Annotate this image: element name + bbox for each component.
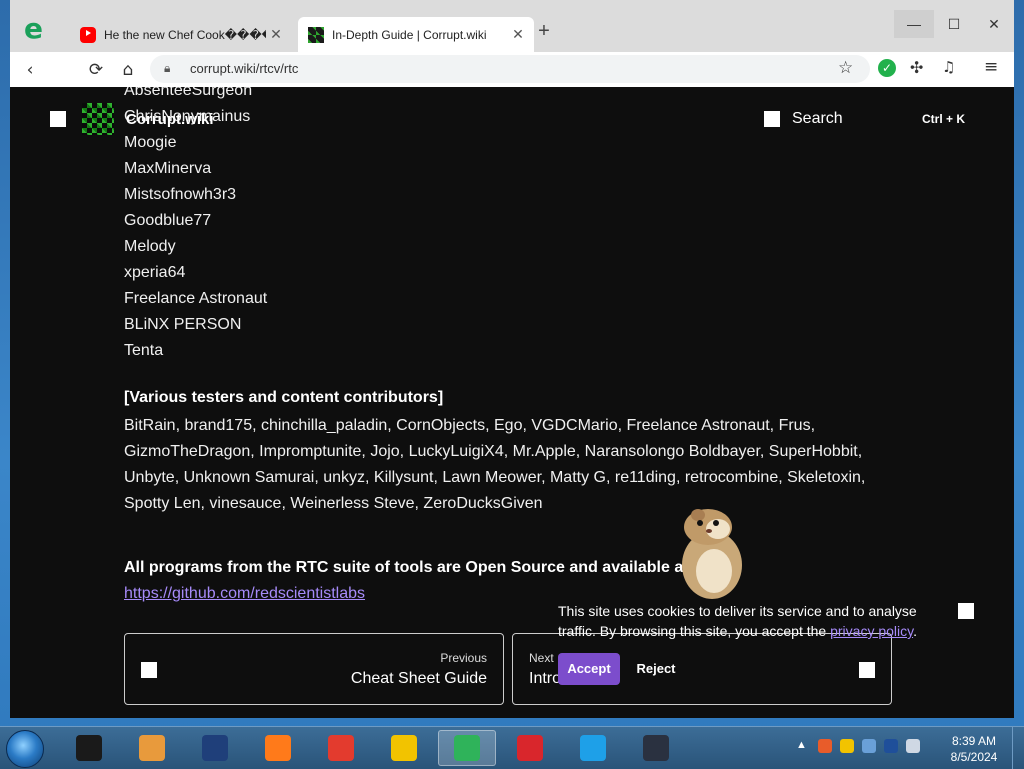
list-item: MaxMinerva (124, 160, 212, 177)
start-button[interactable] (6, 730, 44, 768)
extensions-puzzle-icon[interactable]: ✣ (910, 58, 923, 77)
list-item: Mistsofnowh3r3 (124, 186, 237, 203)
skype-icon (580, 735, 606, 761)
testers-paragraph: BitRain, brand175, chinchilla_paladin, C… (124, 413, 884, 517)
wps-icon (517, 735, 543, 761)
clock-date: 8/5/2024 (950, 750, 998, 764)
testers-line: BitRain, brand175, chinchilla_paladin, C… (124, 417, 816, 434)
video-player-icon (139, 735, 165, 761)
youtube-icon (80, 26, 96, 43)
cookie-text-end: . (913, 623, 917, 639)
plus-app-icon (391, 735, 417, 761)
list-item: BLiNX PERSON (124, 316, 242, 333)
github-link[interactable]: https://github.com/redscientistlabs (124, 585, 365, 603)
taskbar: ▲ 8:39 AM 8/5/2024 (0, 726, 1024, 769)
site-name[interactable]: Corrupt.wiki (126, 111, 214, 128)
tab-title: He the new Chef Cook������ (104, 27, 266, 42)
privacy-policy-link[interactable]: privacy policy (830, 623, 913, 639)
reload-button[interactable]: ⟳ (84, 58, 108, 82)
clock-time: 8:39 AM (951, 734, 997, 748)
maximize-button[interactable]: ☐ (934, 10, 974, 38)
corrupt-wiki-icon (308, 26, 324, 43)
site-logo[interactable] (82, 103, 114, 135)
tab-close-icon[interactable]: ✕ (508, 26, 528, 43)
taskbar-app-button[interactable] (564, 730, 622, 766)
sidebar-toggle-button[interactable] (50, 111, 66, 127)
testers-line: Unbyte, Unknown Samurai, unkyz, Killysun… (124, 469, 866, 486)
tab-bar: e He the new Chef Cook������ ✕ In-Depth … (10, 0, 1014, 52)
close-window-button[interactable]: ✕ (974, 10, 1014, 38)
browser-window: e He the new Chef Cook������ ✕ In-Depth … (10, 0, 1014, 718)
globe-app-icon (202, 735, 228, 761)
chrome-icon (328, 735, 354, 761)
next-title: Intro (529, 670, 562, 687)
tray-app-icon[interactable] (818, 739, 832, 753)
lock-icon: 🔒︎ (164, 61, 171, 75)
cookie-message: This site uses cookies to deliver its se… (558, 601, 938, 641)
prev-title: Cheat Sheet Guide (350, 670, 487, 687)
new-tab-button[interactable]: + (532, 20, 556, 43)
taskbar-app-button[interactable] (249, 730, 307, 766)
testers-line: Spotty Len, vinesauce, Weinerless Steve,… (124, 495, 543, 512)
show-desktop-button[interactable] (1012, 727, 1024, 769)
taskbar-app-button[interactable] (627, 730, 685, 766)
reject-cookies-button[interactable]: Reject (630, 653, 682, 685)
tab-close-icon[interactable]: ✕ (266, 26, 286, 43)
testers-line: GizmoTheDragon, Impromptunite, Jojo, Luc… (124, 443, 863, 460)
list-item: Freelance Astronaut (124, 290, 268, 307)
search-button[interactable]: Search (792, 110, 843, 128)
taskbar-app-button[interactable] (123, 730, 181, 766)
url-text: corrupt.wiki/rtcv/rtc (190, 61, 299, 76)
previous-page-card[interactable]: Previous Cheat Sheet Guide (124, 633, 504, 705)
system-tray (818, 739, 920, 753)
back-button[interactable]: ‹ (18, 58, 42, 82)
tab-title: In-Depth Guide | Corrupt.wiki (332, 27, 487, 42)
taskbar-app-button[interactable] (186, 730, 244, 766)
minimize-button[interactable]: — (894, 10, 934, 38)
tab-youtube[interactable]: He the new Chef Cook������ ✕ (70, 17, 292, 52)
list-item: Tenta (124, 342, 164, 359)
list-item: xperia64 (124, 264, 186, 281)
home-button[interactable]: ⌂ (116, 58, 140, 82)
prev-label: Previous (440, 651, 487, 665)
bookmark-star-icon[interactable]: ☆ (838, 58, 853, 78)
clock[interactable]: 8:39 AM 8/5/2024 (944, 733, 1004, 765)
media-control-icon[interactable]: ♫ (942, 58, 955, 76)
url-field[interactable]: 🔒︎ corrupt.wiki/rtcv/rtc (150, 55, 870, 83)
search-shortcut: Ctrl + K (922, 112, 966, 126)
extension-check-icon[interactable]: ✓ (878, 59, 896, 77)
hamster-mascot-image (682, 509, 742, 599)
accept-cookies-button[interactable]: Accept (558, 653, 620, 685)
network-icon[interactable] (884, 739, 898, 753)
tray-shield-icon[interactable] (862, 739, 876, 753)
cookie-close-button[interactable] (958, 603, 974, 619)
tab-corrupt-wiki[interactable]: In-Depth Guide | Corrupt.wiki ✕ (298, 17, 534, 52)
taskbar-app-button[interactable] (312, 730, 370, 766)
address-bar: ‹ ⟳ ⌂ 🔒︎ corrupt.wiki/rtcv/rtc ☆ ✓ ✣ ♫ ≡ (10, 52, 1014, 88)
list-item: Melody (124, 238, 176, 255)
media-app-icon (76, 735, 102, 761)
page-content: AbsenteeSurgeon ChrisNonymainus Moogie M… (10, 87, 1014, 718)
taskbar-app-button[interactable] (438, 730, 496, 766)
taskbar-app-button[interactable] (375, 730, 433, 766)
tray-plus-icon[interactable] (840, 739, 854, 753)
firefox-icon (265, 735, 291, 761)
next-arrow-icon (859, 662, 875, 678)
browser-menu-button[interactable]: ≡ (984, 57, 998, 77)
volume-icon[interactable] (906, 739, 920, 753)
screen-app-icon (643, 735, 669, 761)
forward-button[interactable] (52, 58, 76, 82)
list-item: Goodblue77 (124, 212, 212, 229)
open-source-note: All programs from the RTC suite of tools… (124, 559, 694, 576)
browser-logo-icon: e (24, 12, 43, 45)
search-icon[interactable] (764, 111, 780, 127)
edge-green-icon (454, 735, 480, 761)
prev-arrow-icon (141, 662, 157, 678)
testers-heading: [Various testers and content contributor… (124, 389, 444, 406)
taskbar-app-button[interactable] (501, 730, 559, 766)
site-header: Corrupt.wiki Search Ctrl + K (10, 87, 1014, 147)
tray-expand-button[interactable]: ▲ (796, 739, 807, 751)
next-label: Next (529, 651, 554, 665)
taskbar-app-button[interactable] (60, 730, 118, 766)
